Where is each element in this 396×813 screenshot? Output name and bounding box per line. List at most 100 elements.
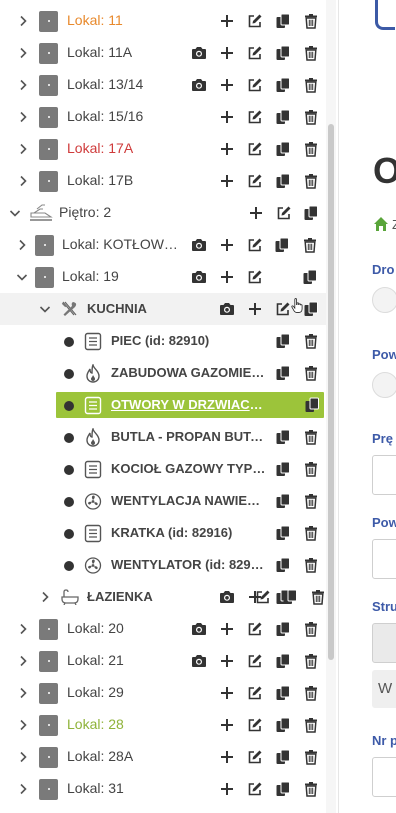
add-icon[interactable] — [219, 77, 235, 93]
chevron-right-icon[interactable] — [16, 239, 28, 251]
tree-item-label[interactable]: PIEC (id: 82910) — [111, 333, 209, 348]
chevron-right-icon[interactable] — [17, 15, 29, 27]
copy-icon[interactable] — [275, 461, 291, 477]
camera-icon[interactable] — [191, 269, 207, 285]
add-icon[interactable] — [219, 141, 235, 157]
home-icon[interactable] — [373, 216, 389, 232]
copy-icon[interactable] — [275, 717, 291, 733]
edit-icon[interactable] — [247, 141, 263, 157]
copy-icon[interactable] — [302, 269, 318, 285]
edit-icon[interactable] — [247, 237, 263, 253]
copy-icon[interactable] — [275, 109, 291, 125]
delete-icon[interactable] — [303, 557, 319, 573]
edit-icon[interactable] — [247, 685, 263, 701]
copy-icon[interactable] — [275, 173, 291, 189]
tree-row[interactable]: Lokal: KOTŁOWN… — [0, 229, 326, 261]
delete-icon[interactable] — [310, 589, 326, 605]
delete-icon[interactable] — [303, 781, 319, 797]
add-icon[interactable] — [219, 717, 235, 733]
scrollbar-thumb[interactable] — [328, 124, 334, 660]
chevron-right-icon[interactable] — [17, 47, 29, 59]
chevron-down-icon[interactable] — [16, 271, 28, 283]
tree-item-label[interactable]: KOCIOŁ GAZOWY TYPU… — [111, 461, 269, 476]
camera-icon[interactable] — [191, 653, 207, 669]
copy-icon[interactable] — [275, 621, 291, 637]
copy-icon[interactable] — [275, 333, 291, 349]
copy-icon[interactable] — [275, 429, 291, 445]
tree-item-label[interactable]: OTWORY W DRZWIACH (id: … — [111, 397, 269, 412]
copy-icon[interactable] — [274, 237, 290, 253]
copy-icon[interactable] — [303, 301, 319, 317]
delete-icon[interactable] — [303, 13, 319, 29]
delete-icon[interactable] — [303, 365, 319, 381]
tree-item-label[interactable]: BUTLA - PROPAN BUTA… — [111, 429, 269, 444]
list-item[interactable]: WENTYLACJA NAWIEW… — [0, 485, 326, 517]
copy-icon[interactable] — [275, 749, 291, 765]
delete-icon[interactable] — [303, 173, 319, 189]
camera-icon[interactable] — [191, 45, 207, 61]
radio-pow[interactable] — [372, 372, 396, 398]
delete-icon[interactable] — [303, 621, 319, 637]
copy-icon[interactable] — [275, 781, 291, 797]
delete-icon[interactable] — [303, 493, 319, 509]
delete-icon[interactable] — [303, 429, 319, 445]
edit-icon[interactable] — [247, 173, 263, 189]
tree-row[interactable]: Lokal: 15/16 — [0, 101, 326, 133]
edit-icon[interactable] — [247, 621, 263, 637]
list-item[interactable]: PIEC (id: 82910) — [0, 325, 326, 357]
tree-row[interactable]: KUCHNIA — [0, 293, 326, 325]
add-icon[interactable] — [219, 653, 235, 669]
tree-row[interactable]: Lokal: 29 — [0, 677, 326, 709]
add-icon[interactable] — [248, 205, 264, 221]
edit-icon[interactable] — [247, 45, 263, 61]
copy-icon[interactable] — [275, 685, 291, 701]
edit-icon[interactable] — [247, 109, 263, 125]
delete-icon[interactable] — [302, 237, 318, 253]
tree-row[interactable]: Lokal: 17B — [0, 165, 326, 197]
edit-icon[interactable] — [247, 77, 263, 93]
list-item[interactable]: BUTLA - PROPAN BUTA… — [0, 421, 326, 453]
delete-icon[interactable] — [303, 685, 319, 701]
camera-icon[interactable] — [219, 301, 235, 317]
delete-icon[interactable] — [303, 525, 319, 541]
tree-row[interactable]: Lokal: 28A — [0, 741, 326, 773]
copy-icon[interactable] — [275, 557, 291, 573]
camera-icon[interactable] — [191, 237, 207, 253]
add-icon[interactable] — [219, 45, 235, 61]
camera-icon[interactable] — [191, 77, 207, 93]
add-icon[interactable] — [219, 173, 235, 189]
option-w[interactable]: W — [372, 670, 396, 708]
tree-row[interactable]: Lokal: 31 — [0, 773, 326, 805]
chevron-right-icon[interactable] — [17, 143, 29, 155]
edit-icon[interactable] — [247, 653, 263, 669]
chevron-right-icon[interactable] — [17, 79, 29, 91]
delete-icon[interactable] — [303, 333, 319, 349]
copy-icon[interactable] — [275, 525, 291, 541]
copy-icon[interactable] — [275, 13, 291, 29]
chevron-right-icon[interactable] — [17, 751, 29, 763]
input-nr[interactable] — [372, 757, 396, 797]
tree-row[interactable]: Lokal: 20 — [0, 613, 326, 645]
copy-icon[interactable] — [275, 493, 291, 509]
copy-icon[interactable] — [275, 365, 291, 381]
tree-row[interactable]: Lokal: 17A — [0, 133, 326, 165]
delete-icon[interactable] — [303, 461, 319, 477]
list-item[interactable]: OTWORY W DRZWIACH (id: … — [0, 389, 326, 421]
add-icon[interactable] — [219, 269, 235, 285]
input-prz[interactable] — [372, 455, 396, 495]
list-item[interactable]: ZABUDOWA GAZOMIE… — [0, 357, 326, 389]
list-item[interactable]: KOCIOŁ GAZOWY TYPU… — [0, 453, 326, 485]
copy-icon[interactable] — [275, 141, 291, 157]
radio-drop[interactable] — [372, 287, 396, 313]
delete-icon[interactable] — [303, 717, 319, 733]
edit-icon[interactable] — [276, 205, 292, 221]
select-str[interactable] — [372, 623, 396, 663]
tree-item-label[interactable]: ZABUDOWA GAZOMIE… — [111, 365, 264, 380]
tree-scrollbar[interactable] — [326, 0, 336, 813]
delete-icon[interactable] — [303, 77, 319, 93]
delete-icon[interactable] — [303, 141, 319, 157]
edit-icon[interactable] — [247, 749, 263, 765]
list-item[interactable]: KRATKA (id: 82916) — [0, 517, 326, 549]
tree-row[interactable]: Lokal: 13/14 — [0, 69, 326, 101]
tree-row[interactable]: ŁAZIENKA — [0, 581, 326, 613]
